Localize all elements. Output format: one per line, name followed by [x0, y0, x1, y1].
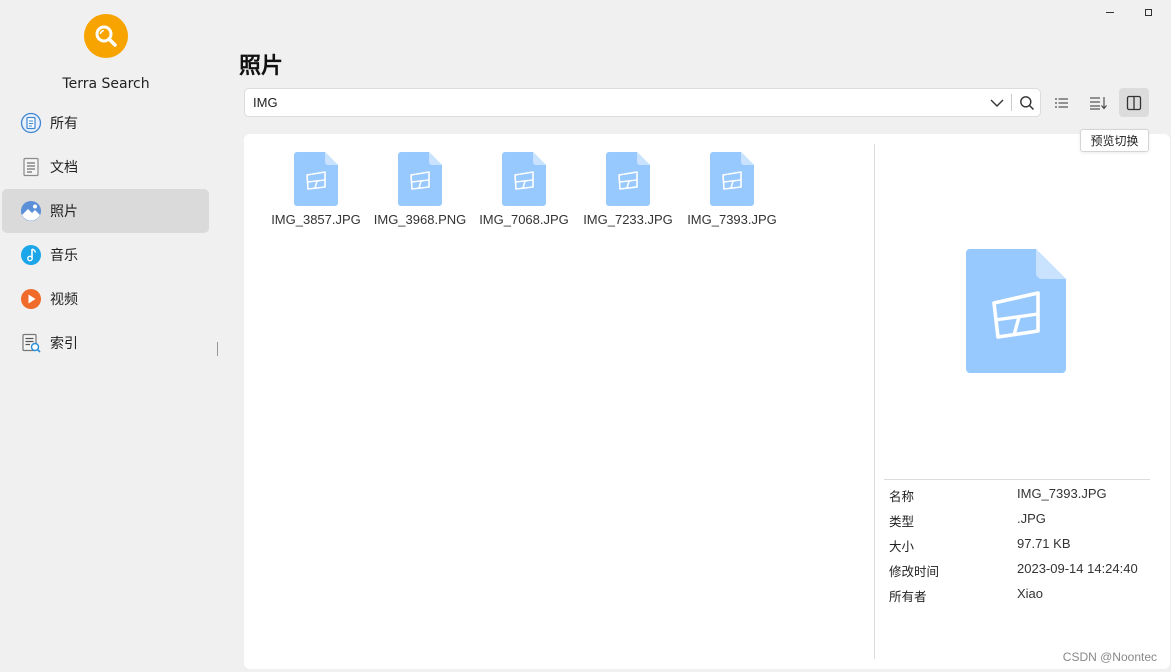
maximize-button[interactable]	[1139, 3, 1157, 21]
all-files-icon	[20, 112, 42, 134]
file-name: IMG_7233.JPG	[583, 212, 673, 227]
detail-value: .JPG	[1017, 511, 1046, 526]
minimize-button[interactable]	[1101, 3, 1119, 21]
sidebar-item-label: 文档	[50, 160, 78, 176]
detail-label: 所有者	[889, 589, 927, 604]
search-icon	[1020, 95, 1035, 110]
file-item[interactable]: IMG_7068.JPG	[472, 152, 576, 228]
sidebar-nav: 所有 文档 照片 音乐 视频 索引	[0, 101, 212, 365]
image-file-icon	[502, 152, 546, 206]
sidebar-item-photos[interactable]: 照片	[2, 189, 209, 233]
detail-value: 2023-09-14 14:24:40	[1017, 561, 1138, 576]
sidebar-item-label: 音乐	[50, 248, 78, 264]
detail-value: Xiao	[1017, 586, 1044, 601]
detail-value: IMG_7393.JPG	[1017, 486, 1107, 501]
photo-icon	[20, 200, 42, 222]
file-item[interactable]: IMG_7393.JPG	[680, 152, 784, 228]
image-file-icon	[606, 152, 650, 206]
app-window: Terra Search 所有 文档 照片 音乐 视频 索引 照片 IMG IM…	[0, 0, 1171, 672]
file-details: 名称 IMG_7393.JPG 类型 .JPG 大小 97.71 KB 修改时间…	[889, 486, 1159, 611]
file-grid: IMG_3857.JPG IMG_3968.PNG IMG_7068.JPG I…	[264, 152, 784, 228]
sidebar-item-label: 所有	[50, 116, 78, 132]
sidebar-item-all[interactable]: 所有	[2, 101, 209, 145]
search-button[interactable]	[1014, 89, 1040, 116]
details-divider	[884, 479, 1150, 480]
preview-toggle-button[interactable]	[1119, 88, 1149, 117]
file-name: IMG_7068.JPG	[479, 212, 569, 227]
search-history-dropdown[interactable]	[985, 89, 1009, 116]
detail-row: 类型 .JPG	[889, 511, 1159, 530]
image-file-preview-icon	[966, 249, 1066, 373]
preview-toggle-tooltip: 预览切换	[1080, 129, 1149, 152]
detail-row: 名称 IMG_7393.JPG	[889, 486, 1159, 505]
sidebar-item-index[interactable]: 索引	[2, 321, 209, 365]
chevron-down-icon	[990, 99, 1004, 107]
sidebar-item-videos[interactable]: 视频	[2, 277, 209, 321]
content-panel: IMG_3857.JPG IMG_3968.PNG IMG_7068.JPG I…	[244, 134, 1170, 669]
watermark: CSDN @Noontec	[1062, 650, 1157, 664]
sidebar-item-label: 索引	[50, 336, 78, 352]
detail-row: 修改时间 2023-09-14 14:24:40	[889, 561, 1159, 580]
app-name: Terra Search	[62, 76, 150, 92]
search-icon	[95, 25, 117, 47]
detail-row: 所有者 Xiao	[889, 586, 1159, 605]
file-name: IMG_3857.JPG	[271, 212, 361, 227]
preview-splitter[interactable]	[874, 144, 875, 659]
sidebar: Terra Search 所有 文档 照片 音乐 视频 索引	[0, 0, 218, 672]
detail-label: 修改时间	[889, 564, 940, 579]
image-file-icon	[398, 152, 442, 206]
maximize-icon	[1144, 8, 1152, 16]
list-view-button[interactable]	[1047, 88, 1077, 117]
video-icon	[20, 288, 42, 310]
sidebar-item-label: 照片	[50, 204, 78, 220]
music-icon	[20, 244, 42, 266]
sidebar-resize-handle[interactable]	[217, 342, 218, 356]
minimize-icon	[1106, 11, 1114, 13]
detail-label: 类型	[889, 514, 915, 529]
sidebar-item-label: 视频	[50, 292, 78, 308]
list-view-icon	[1055, 97, 1068, 108]
file-item[interactable]: IMG_3857.JPG	[264, 152, 368, 228]
detail-label: 大小	[889, 539, 915, 554]
sidebar-item-music[interactable]: 音乐	[2, 233, 209, 277]
file-item[interactable]: IMG_3968.PNG	[368, 152, 472, 228]
sidebar-item-documents[interactable]: 文档	[2, 145, 209, 189]
image-file-icon	[710, 152, 754, 206]
image-file-icon	[294, 152, 338, 206]
file-name: IMG_3968.PNG	[373, 212, 467, 227]
search-separator	[1011, 94, 1012, 111]
page-title: 照片	[239, 54, 284, 79]
window-controls	[1101, 0, 1157, 24]
app-logo	[84, 14, 128, 58]
split-panel-icon	[1126, 95, 1142, 110]
file-name: IMG_7393.JPG	[687, 212, 777, 227]
sort-icon	[1090, 96, 1107, 110]
detail-value: 97.71 KB	[1017, 536, 1071, 551]
document-icon	[20, 156, 42, 178]
detail-label: 名称	[889, 489, 915, 504]
detail-row: 大小 97.71 KB	[889, 536, 1159, 555]
file-item[interactable]: IMG_7233.JPG	[576, 152, 680, 228]
index-icon	[20, 332, 42, 354]
sort-button[interactable]	[1083, 88, 1113, 117]
search-input[interactable]	[245, 95, 985, 110]
search-box	[244, 88, 1041, 117]
